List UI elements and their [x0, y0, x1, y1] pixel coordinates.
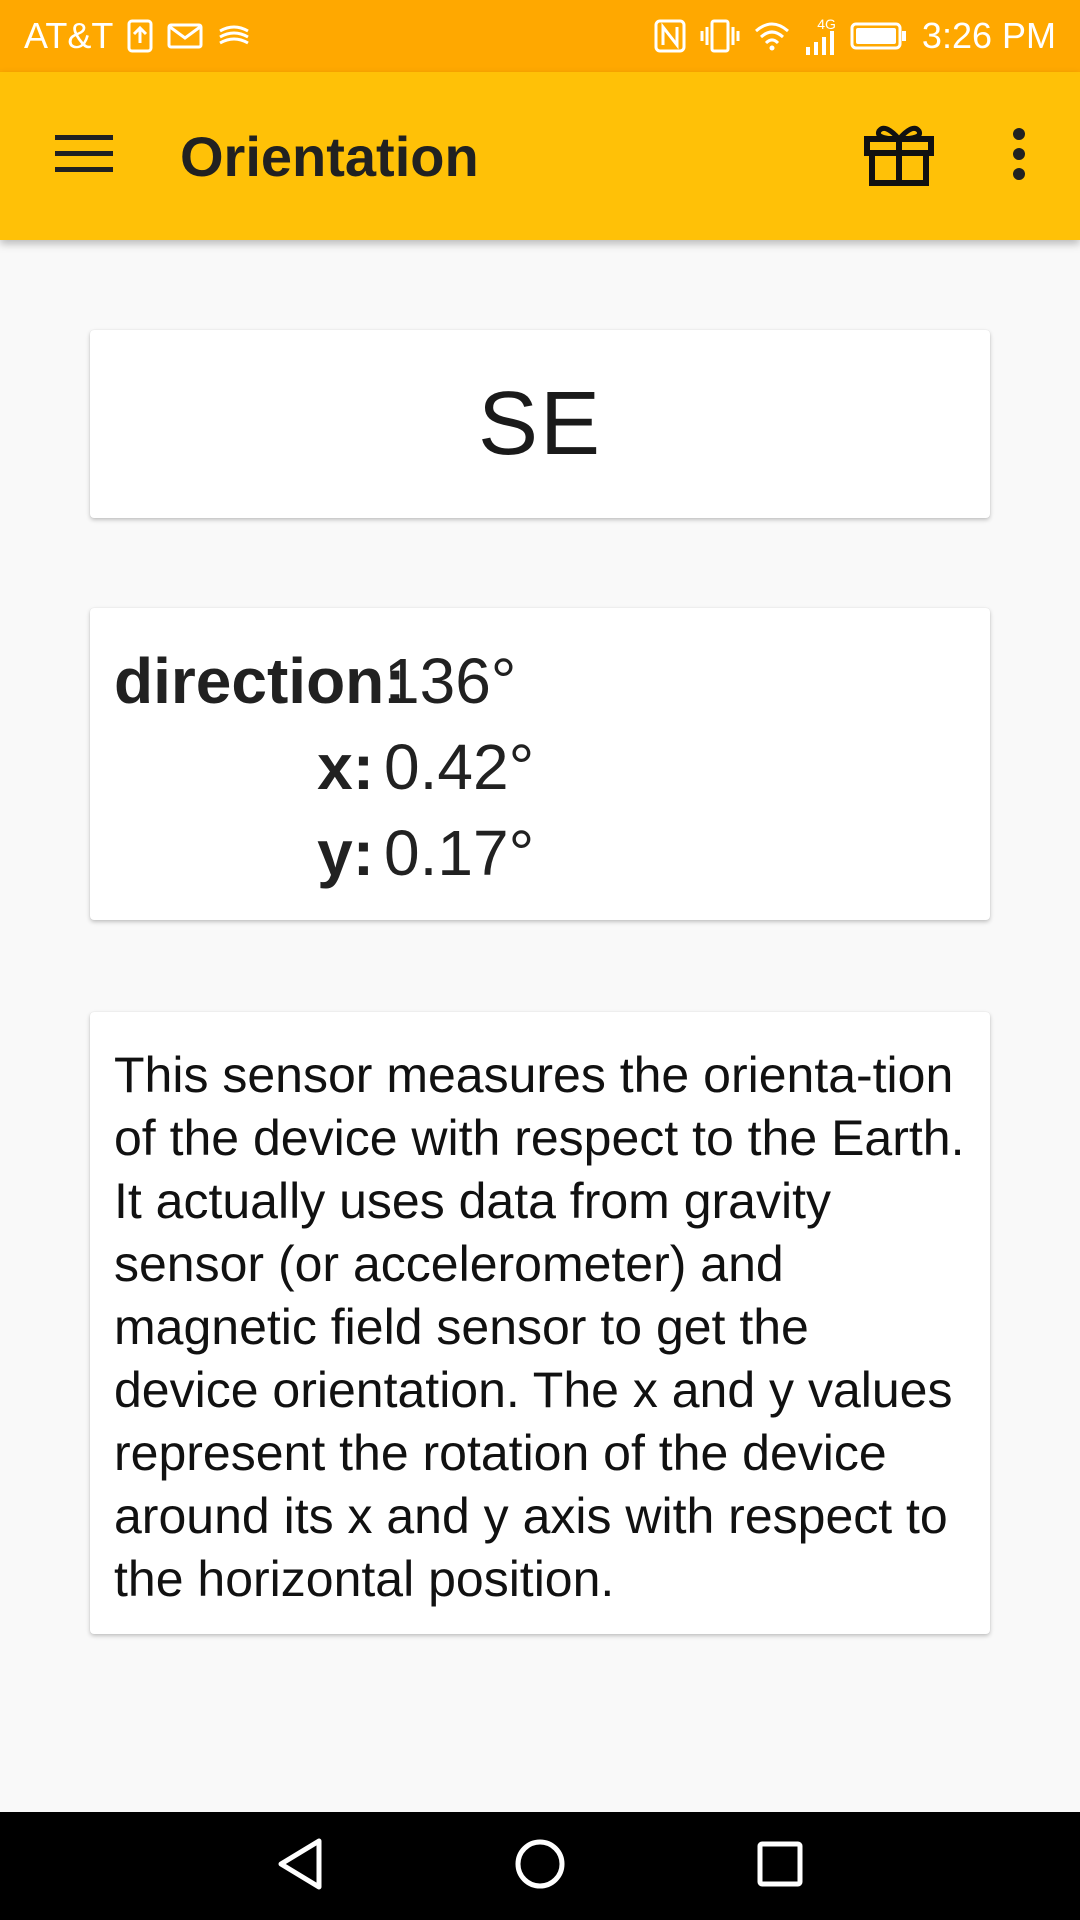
home-button[interactable]	[495, 1821, 585, 1911]
status-right: 4G 3:26 PM	[654, 15, 1056, 57]
y-label: y:	[317, 817, 374, 889]
value-row-direction: direction: 136°	[114, 644, 966, 730]
system-nav-bar	[0, 1812, 1080, 1920]
values-card: direction: 136° x: 0.42° y: 0.17°	[90, 608, 990, 920]
back-icon	[275, 1837, 325, 1896]
direction-label: direction:	[114, 645, 406, 717]
app-toolbar: Orientation	[0, 72, 1080, 240]
carrier-label: AT&T	[24, 15, 114, 56]
page-title: Orientation	[180, 124, 479, 188]
gift-button[interactable]	[834, 72, 964, 240]
gift-icon	[863, 121, 935, 192]
value-row-x: x: 0.42°	[114, 730, 966, 816]
recents-icon	[757, 1841, 803, 1892]
time-label: 3:26 PM	[921, 15, 1056, 56]
x-value: 0.42°	[384, 731, 535, 803]
mail-icon	[167, 21, 203, 51]
recents-button[interactable]	[735, 1821, 825, 1911]
direction-value: 136°	[384, 645, 517, 717]
hamburger-menu-button[interactable]	[0, 72, 168, 240]
back-button[interactable]	[255, 1821, 345, 1911]
y-value: 0.17°	[384, 817, 535, 889]
status-left: AT&T	[24, 15, 251, 57]
upload-icon	[127, 19, 153, 53]
network-label: 4G	[817, 16, 836, 32]
battery-icon	[850, 21, 908, 51]
hamburger-menu-icon	[55, 133, 113, 180]
swype-icon	[217, 21, 251, 51]
x-label: x:	[317, 731, 374, 803]
sensor-description: This sensor measures the orienta-tion of…	[114, 1047, 965, 1607]
more-options-button[interactable]	[964, 72, 1074, 240]
compass-direction: SE	[477, 373, 603, 474]
status-bar: AT&T 4G 3:26 PM	[0, 0, 1080, 72]
description-card: This sensor measures the orienta-tion of…	[90, 1012, 990, 1634]
wifi-icon	[754, 21, 790, 51]
home-icon	[514, 1838, 566, 1895]
vibrate-icon	[700, 19, 740, 53]
nfc-icon	[654, 19, 686, 53]
value-row-y: y: 0.17°	[114, 816, 966, 902]
signal-icon: 4G	[804, 17, 836, 55]
more-vert-icon	[1011, 127, 1027, 185]
heading-card: SE	[90, 330, 990, 518]
